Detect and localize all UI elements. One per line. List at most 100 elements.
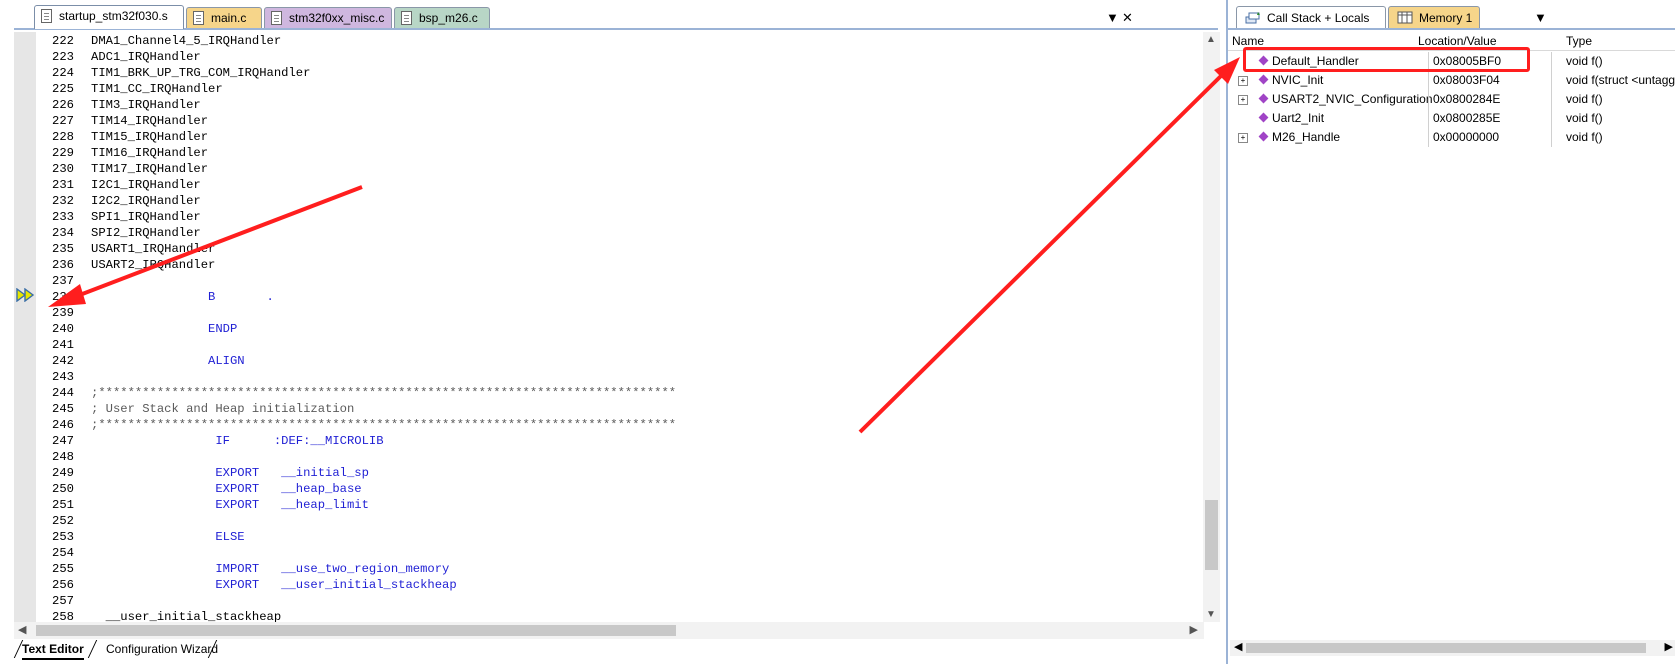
- scroll-thumb[interactable]: [1246, 643, 1646, 653]
- tab-text-editor[interactable]: Text Editor: [22, 640, 84, 660]
- callstack-row[interactable]: Uart2_Init 0x0800285E void f(): [1228, 109, 1675, 128]
- function-icon: [1258, 93, 1269, 104]
- tab-label: bsp_m26.c: [419, 11, 478, 25]
- line-number: 228: [52, 130, 74, 144]
- expand-icon[interactable]: +: [1238, 133, 1248, 143]
- line-number: 229: [52, 146, 74, 160]
- file-icon: [193, 11, 204, 25]
- tab-startup-file[interactable]: startup_stm32f030.s: [34, 5, 184, 29]
- code-text: B .: [91, 290, 274, 304]
- tab-memory-1[interactable]: Memory 1: [1388, 6, 1480, 28]
- line-number: 238: [52, 290, 74, 304]
- line-number: 226: [52, 98, 74, 112]
- file-icon: [401, 11, 412, 25]
- code-text: TIM3_IRQHandler: [91, 98, 201, 112]
- call-stack-icon: [1245, 12, 1260, 24]
- column-type[interactable]: Type: [1566, 34, 1592, 48]
- code-text: IMPORT __use_two_region_memory: [91, 562, 450, 576]
- row-type: void f(struct <untagg: [1566, 73, 1675, 87]
- row-name: NVIC_Init: [1272, 73, 1324, 87]
- code-text: ;***************************************…: [91, 386, 677, 400]
- callstack-horizontal-scrollbar[interactable]: ◀ ▶: [1230, 640, 1675, 656]
- line-number: 254: [52, 546, 74, 560]
- tab-dropdown-icon[interactable]: ▼: [1106, 10, 1119, 25]
- line-number: 257: [52, 594, 74, 608]
- line-number: 252: [52, 514, 74, 528]
- column-name[interactable]: Name: [1232, 34, 1264, 48]
- scroll-right-icon[interactable]: ▶: [1665, 640, 1673, 653]
- line-number: 246: [52, 418, 74, 432]
- scroll-right-icon[interactable]: ▶: [1190, 623, 1198, 636]
- column-location-value[interactable]: Location/Value: [1418, 34, 1497, 48]
- vertical-scrollbar[interactable]: ▲ ▼: [1203, 32, 1220, 622]
- code-text: ENDP: [91, 322, 238, 336]
- code-text: TIM17_IRQHandler: [91, 162, 209, 176]
- line-number: 222: [52, 34, 74, 48]
- line-number: 250: [52, 482, 74, 496]
- tab-separator: [87, 640, 98, 658]
- line-number: 227: [52, 114, 74, 128]
- line-number: 248: [52, 450, 74, 464]
- tab-dropdown-icon[interactable]: ▼: [1534, 10, 1547, 25]
- code-text: EXPORT __heap_base: [91, 482, 362, 496]
- tab-call-stack-locals[interactable]: Call Stack + Locals: [1236, 6, 1386, 28]
- tab-label: stm32f0xx_misc.c: [289, 11, 385, 25]
- callstack-row[interactable]: + NVIC_Init 0x08003F04 void f(struct <untag…: [1228, 71, 1675, 90]
- tab-bsp-m26-c[interactable]: bsp_m26.c: [394, 7, 490, 28]
- line-number: 231: [52, 178, 74, 192]
- line-number: 244: [52, 386, 74, 400]
- code-text: SPI2_IRQHandler: [91, 226, 201, 240]
- editor-panel: startup_stm32f030.s main.c stm32f0xx_mis…: [0, 0, 1224, 664]
- line-number: 230: [52, 162, 74, 176]
- line-number: 239: [52, 306, 74, 320]
- current-line-arrow-icon: [16, 288, 35, 302]
- scroll-down-icon[interactable]: ▼: [1206, 609, 1216, 620]
- tab-main-c[interactable]: main.c: [186, 7, 262, 28]
- code-text: TIM14_IRQHandler: [91, 114, 209, 128]
- scroll-thumb[interactable]: [1205, 500, 1218, 570]
- line-number: 247: [52, 434, 74, 448]
- close-icon[interactable]: ✕: [1122, 10, 1133, 26]
- tab-label: Memory 1: [1419, 11, 1473, 25]
- expand-icon[interactable]: +: [1238, 76, 1248, 86]
- row-location: 0x0800284E: [1428, 90, 1552, 109]
- file-icon: [41, 9, 52, 23]
- file-icon: [271, 11, 282, 25]
- line-number: 245: [52, 402, 74, 416]
- line-number: 223: [52, 50, 74, 64]
- function-icon: [1258, 131, 1269, 142]
- code-text: I2C1_IRQHandler: [91, 178, 201, 192]
- row-type: void f(): [1566, 92, 1603, 106]
- code-text: EXPORT __initial_sp: [91, 466, 369, 480]
- tab-configuration-wizard[interactable]: Configuration Wizard: [106, 640, 218, 658]
- callstack-row[interactable]: + USART2_NVIC_Configuration 0x0800284E void…: [1228, 90, 1675, 109]
- scroll-left-icon[interactable]: ◀: [18, 623, 26, 636]
- code-text: DMA1_Channel4_5_IRQHandler: [91, 34, 282, 48]
- callstack-row[interactable]: + M26_Handle 0x00000000 void f(): [1228, 128, 1675, 147]
- memory-icon: [1397, 11, 1413, 24]
- breakpoint-gutter[interactable]: [14, 32, 36, 622]
- expand-icon[interactable]: +: [1238, 95, 1248, 105]
- scroll-up-icon[interactable]: ▲: [1206, 34, 1216, 45]
- scroll-left-icon[interactable]: ◀: [1234, 640, 1242, 653]
- line-number: 253: [52, 530, 74, 544]
- line-number: 240: [52, 322, 74, 336]
- scroll-thumb[interactable]: [36, 625, 676, 636]
- line-number: 236: [52, 258, 74, 272]
- horizontal-scrollbar[interactable]: ◀ ▶: [14, 622, 1204, 639]
- tab-misc-c[interactable]: stm32f0xx_misc.c: [264, 7, 392, 28]
- code-text: __user_initial_stackheap: [91, 610, 282, 622]
- line-number: 237: [52, 274, 74, 288]
- code-text: ADC1_IRQHandler: [91, 50, 201, 64]
- code-text: TIM15_IRQHandler: [91, 130, 209, 144]
- row-type: void f(): [1566, 130, 1603, 144]
- line-number: 232: [52, 194, 74, 208]
- function-icon: [1258, 74, 1269, 85]
- tab-label: Call Stack + Locals: [1267, 11, 1370, 25]
- row-name: Uart2_Init: [1272, 111, 1325, 125]
- code-text: EXPORT __user_initial_stackheap: [91, 578, 457, 592]
- tab-label: startup_stm32f030.s: [59, 9, 168, 23]
- code-text: EXPORT __heap_limit: [91, 498, 369, 512]
- editor-tabbar: startup_stm32f030.s main.c stm32f0xx_mis…: [14, 4, 1218, 30]
- code-area[interactable]: 222 DMA1_Channel4_5_IRQHandler 223 ADC1_IRQ…: [36, 32, 1203, 622]
